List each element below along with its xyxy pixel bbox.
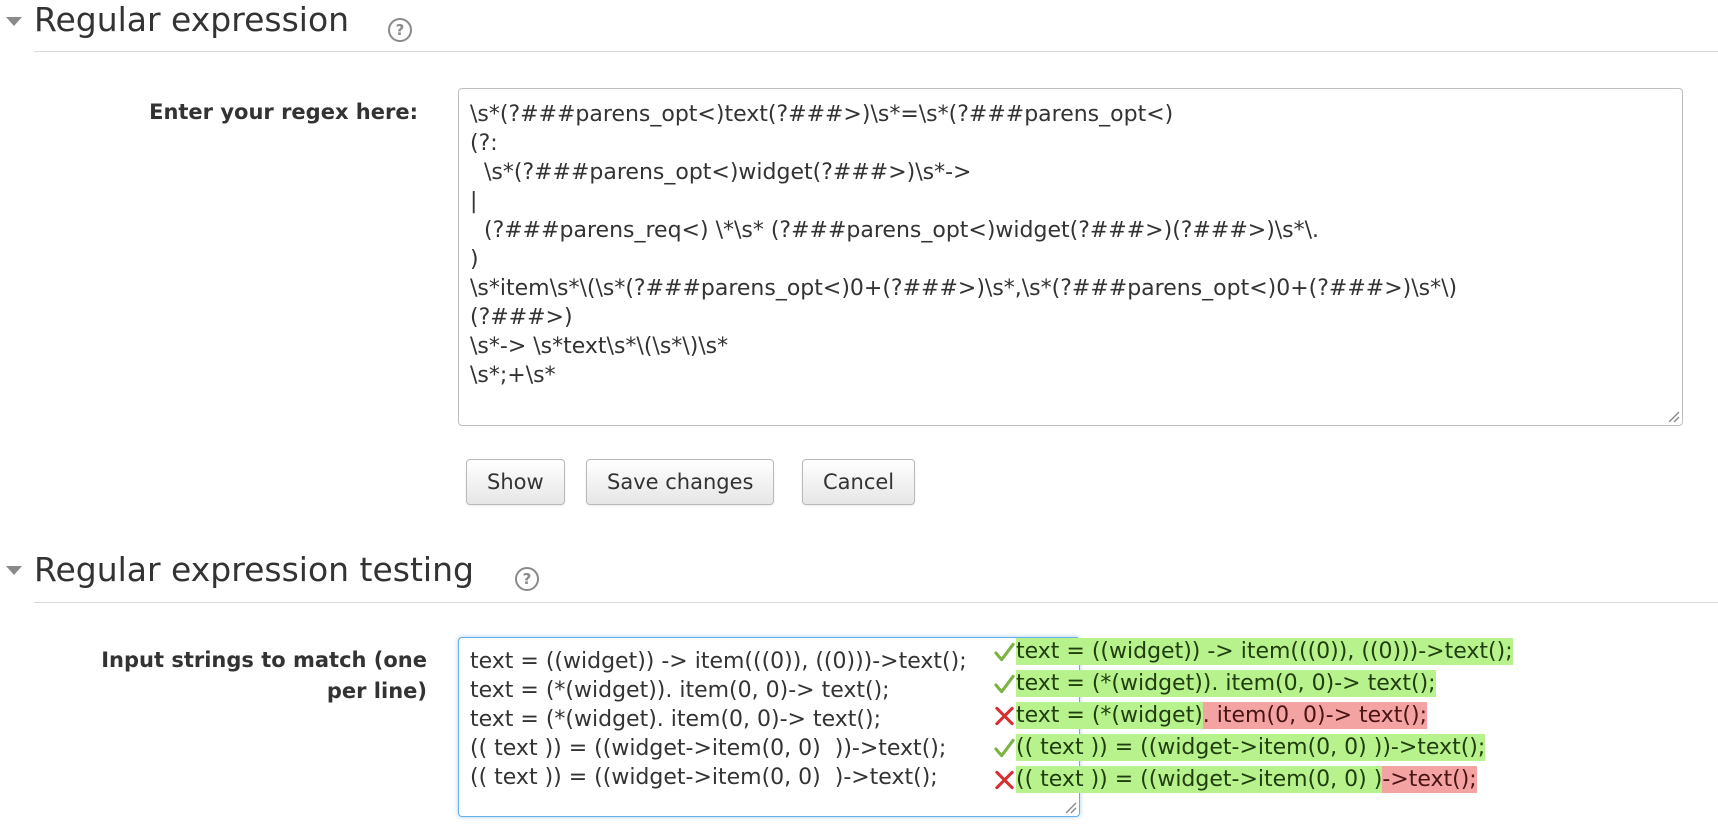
regex-line: (?: — [470, 131, 498, 156]
regex-line: \s*(?###parens_opt<)text(?###>)\s*=\s*(?… — [470, 102, 1174, 127]
result-row: (( text )) = ((widget->item(0, 0) ) ->tex… — [993, 765, 1477, 794]
check-icon — [994, 738, 1015, 757]
cross-icon — [995, 706, 1014, 725]
regex-line: ) — [470, 247, 479, 272]
test-string-line: (( text )) = ((widget->item(0, 0) ))->te… — [470, 736, 947, 761]
section-divider — [34, 602, 1718, 603]
save-changes-button[interactable]: Save changes — [586, 459, 775, 505]
result-row: text = (*(widget)). item(0, 0)-> text(); — [993, 669, 1436, 698]
matched-segment: text = (*(widget) — [1016, 702, 1203, 729]
regex-line: | — [470, 189, 478, 214]
regex-line: \s*;+\s* — [470, 363, 556, 388]
show-button[interactable]: Show — [466, 459, 565, 505]
testing-section-title: Regular expression testing — [34, 550, 474, 589]
regex-line: (?###>) — [470, 305, 573, 330]
matched-segment: (( text )) = ((widget->item(0, 0) ) — [1016, 766, 1383, 793]
section-divider — [34, 51, 1718, 52]
matched-segment: text = (*(widget)). item(0, 0)-> text(); — [1016, 670, 1436, 697]
result-row: (( text )) = ((widget->item(0, 0) ))->te… — [993, 733, 1486, 762]
test-string-line: text = (*(widget). item(0, 0)-> text(); — [470, 707, 881, 732]
matched-segment: text = ((widget)) -> item(((0)), ((0)))-… — [1016, 638, 1513, 665]
collapse-arrow-icon[interactable] — [6, 566, 22, 575]
unmatched-segment: . item(0, 0)-> text(); — [1202, 702, 1427, 729]
regex-section-header[interactable]: Regular expression ? — [0, 0, 1718, 50]
resize-handle-icon[interactable] — [1063, 800, 1077, 814]
resize-handle-icon[interactable] — [1666, 409, 1680, 423]
help-icon[interactable]: ? — [515, 567, 539, 591]
check-icon — [994, 642, 1015, 661]
regex-line: \s*item\s*\(\s*(?###parens_opt<)0+(?###>… — [470, 276, 1458, 301]
matched-segment: (( text )) = ((widget->item(0, 0) ))->te… — [1016, 734, 1486, 761]
help-icon[interactable]: ? — [388, 18, 412, 42]
unmatched-segment: ->text(); — [1382, 766, 1477, 793]
test-string-line: (( text )) = ((widget->item(0, 0) )->tex… — [470, 765, 938, 790]
cross-icon — [995, 770, 1014, 789]
test-strings-label-line: per line) — [326, 679, 427, 703]
result-row: text = ((widget)) -> item(((0)), ((0)))-… — [993, 637, 1513, 666]
test-string-line: text = ((widget)) -> item(((0)), ((0)))-… — [470, 649, 967, 674]
regex-section-title: Regular expression — [34, 0, 350, 39]
regex-field-label: Enter your regex here: — [149, 100, 418, 124]
regex-line: (?###parens_req<) \*\s* (?###parens_opt<… — [470, 218, 1320, 243]
check-icon — [994, 674, 1015, 693]
test-strings-textarea[interactable]: text = ((widget)) -> item(((0)), ((0)))-… — [458, 637, 1080, 817]
regex-textarea[interactable]: \s*(?###parens_opt<)text(?###>)\s*=\s*(?… — [458, 88, 1683, 426]
test-strings-label-line: Input strings to match (one — [101, 648, 427, 672]
testing-section-header[interactable]: Regular expression testing ? — [0, 548, 1718, 602]
test-strings-label: Input strings to match (one per line) — [30, 645, 427, 707]
regex-line: \s*(?###parens_opt<)widget(?###>)\s*-> — [470, 160, 972, 185]
result-row: text = (*(widget). item(0, 0)-> text(); — [993, 701, 1427, 730]
cancel-button[interactable]: Cancel — [802, 459, 916, 505]
collapse-arrow-icon[interactable] — [6, 17, 22, 26]
regex-line: \s*-> \s*text\s*\(\s*\)\s* — [470, 334, 729, 359]
test-string-line: text = (*(widget)). item(0, 0)-> text(); — [470, 678, 890, 703]
